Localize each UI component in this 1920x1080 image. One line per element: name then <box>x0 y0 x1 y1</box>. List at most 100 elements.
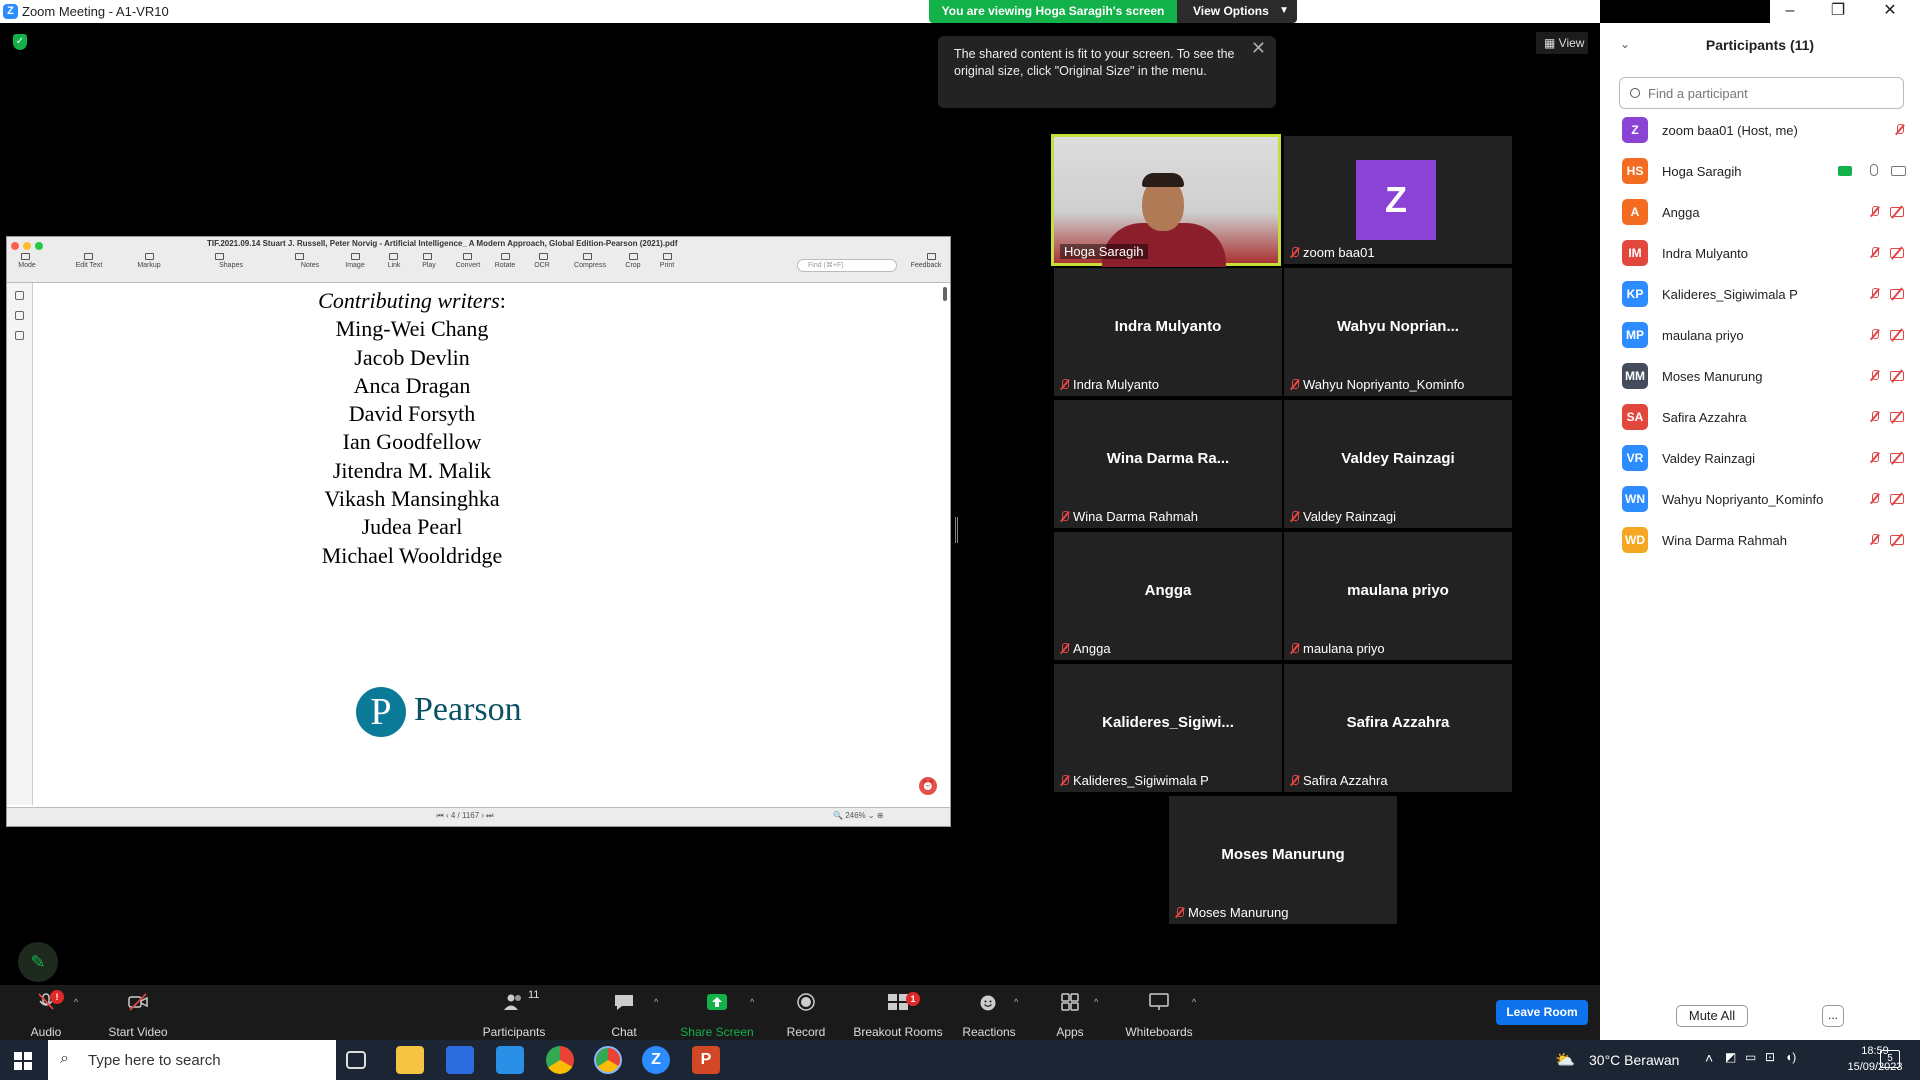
video-off-icon[interactable] <box>1890 248 1904 258</box>
participant-row[interactable]: KP Kalideres_Sigiwimala P <box>1622 278 1912 308</box>
video-tile-zoom-baa01[interactable]: Z zoom baa01 <box>1284 136 1512 264</box>
thumbnail-icon[interactable] <box>15 291 24 300</box>
assistant-icon[interactable]: ⏰ <box>919 777 937 795</box>
file-explorer-icon[interactable] <box>396 1046 424 1074</box>
muted-mic-icon[interactable] <box>1870 534 1879 545</box>
video-off-icon[interactable] <box>1890 371 1904 381</box>
video-tile-hoga[interactable]: Hoga Saragih <box>1051 134 1281 267</box>
zoom-taskbar-icon[interactable]: Z <box>642 1046 670 1074</box>
muted-mic-icon[interactable] <box>1870 452 1879 463</box>
tray-app-icon[interactable]: ◩ <box>1725 1050 1736 1064</box>
video-off-icon[interactable] <box>1890 330 1904 340</box>
video-off-icon[interactable] <box>1890 289 1904 299</box>
toolbar-print[interactable]: Print <box>647 262 687 269</box>
video-tile-indra[interactable]: Indra Mulyanto Indra Mulyanto <box>1054 268 1282 396</box>
weather-icon[interactable]: ⛅ <box>1555 1050 1575 1070</box>
video-off-icon[interactable] <box>1890 453 1904 463</box>
mail-icon[interactable] <box>496 1046 524 1074</box>
participant-row[interactable]: MM Moses Manurung <box>1622 360 1912 390</box>
start-video-button[interactable]: Start Video <box>104 985 172 1040</box>
toolbar-mode[interactable]: Mode <box>7 262 47 269</box>
comment-icon[interactable] <box>15 331 24 340</box>
toolbar-image[interactable]: Image <box>335 262 375 269</box>
audio-caret-icon[interactable]: ^ <box>74 997 78 1007</box>
video-off-icon[interactable] <box>1890 412 1904 422</box>
video-icon[interactable] <box>1891 166 1906 176</box>
apps-caret-icon[interactable]: ^ <box>1094 997 1098 1007</box>
participants-button[interactable]: 11 Participants <box>478 985 550 1040</box>
toolbar-play[interactable]: Play <box>409 262 449 269</box>
pdf-find-input[interactable]: Find (⌘+F) <box>797 259 897 272</box>
video-off-icon[interactable] <box>1890 494 1904 504</box>
powerpoint-icon[interactable]: P <box>692 1046 720 1074</box>
notification-icon[interactable]: 5 <box>1880 1050 1900 1068</box>
whiteboards-button[interactable]: Whiteboards <box>1122 985 1196 1040</box>
page-navigator[interactable]: ⏮ ‹ 4 / 1167 › ⏭ <box>425 811 505 821</box>
view-options-button[interactable]: View Options ▼ <box>1177 0 1297 23</box>
toolbar-compress[interactable]: Compress <box>570 262 610 269</box>
volume-icon[interactable]: ◖) <box>1785 1050 1796 1064</box>
breakout-rooms-button[interactable]: 1 Breakout Rooms <box>852 985 944 1040</box>
security-shield-icon[interactable]: ✓ <box>13 34 27 50</box>
participant-row[interactable]: SA Safira Azzahra <box>1622 401 1912 431</box>
video-tile-wina[interactable]: Wina Darma Ra... Wina Darma Rahmah <box>1054 400 1282 528</box>
chrome-profile-icon[interactable] <box>594 1046 622 1074</box>
toolbar-convert[interactable]: Convert <box>448 262 488 269</box>
reactions-button[interactable]: Reactions <box>962 985 1016 1040</box>
close-icon[interactable]: ✕ <box>1870 0 1910 21</box>
toolbar-markup[interactable]: Markup <box>129 262 169 269</box>
video-tile-valdey[interactable]: Valdey Rainzagi Valdey Rainzagi <box>1284 400 1512 528</box>
task-view-icon[interactable] <box>346 1051 366 1069</box>
participant-row[interactable]: WD Wina Darma Rahmah <box>1622 524 1912 554</box>
muted-mic-icon[interactable] <box>1870 329 1879 340</box>
toolbar-edit-text[interactable]: Edit Text <box>69 262 109 269</box>
chrome-icon[interactable] <box>546 1046 574 1074</box>
participant-row[interactable]: WN Wahyu Nopriyanto_Kominfo <box>1622 483 1912 513</box>
toolbar-shapes[interactable]: Shapes <box>211 262 251 269</box>
participant-row[interactable]: Zzoom baa01 (Host, me) <box>1622 114 1912 144</box>
video-off-icon[interactable] <box>1890 207 1904 217</box>
muted-mic-icon[interactable] <box>1870 370 1879 381</box>
toolbar-feedback[interactable]: Feedback <box>906 262 946 269</box>
participant-row[interactable]: A Angga <box>1622 196 1912 226</box>
restore-icon[interactable]: ❐ <box>1818 0 1858 21</box>
audio-button[interactable]: ! Audio <box>20 985 72 1040</box>
split-divider[interactable] <box>955 517 958 543</box>
current-page[interactable]: 4 <box>451 811 455 820</box>
muted-mic-icon[interactable] <box>1870 411 1879 422</box>
bookmark-icon[interactable] <box>15 311 24 320</box>
weather-text[interactable]: 30°C Berawan <box>1589 1052 1679 1068</box>
video-off-icon[interactable] <box>1890 535 1904 545</box>
close-icon[interactable]: ✕ <box>1251 39 1266 57</box>
muted-mic-icon[interactable] <box>1870 206 1879 217</box>
video-tile-maulana[interactable]: maulana priyo maulana priyo <box>1284 532 1512 660</box>
microsoft-store-icon[interactable] <box>446 1046 474 1074</box>
participant-row[interactable]: VR Valdey Rainzagi <box>1622 442 1912 472</box>
pdf-scrollbar[interactable] <box>943 287 947 301</box>
participant-row[interactable]: HS Hoga Saragih <box>1622 155 1912 185</box>
chat-button[interactable]: Chat <box>604 985 644 1040</box>
view-button[interactable]: ▦ View <box>1536 32 1588 54</box>
reactions-caret-icon[interactable]: ^ <box>1014 997 1018 1007</box>
muted-mic-icon[interactable] <box>1870 247 1879 258</box>
toolbar-link[interactable]: Link <box>374 262 414 269</box>
toolbar-notes[interactable]: Notes <box>290 262 330 269</box>
mute-all-button[interactable]: Mute All <box>1676 1005 1748 1027</box>
toolbar-rotate[interactable]: Rotate <box>485 262 525 269</box>
muted-mic-icon[interactable] <box>1870 493 1879 504</box>
annotate-pen-icon[interactable]: ✎ <box>18 942 58 982</box>
participant-row[interactable]: IM Indra Mulyanto <box>1622 237 1912 267</box>
share-screen-button[interactable]: Share Screen <box>678 985 756 1040</box>
record-button[interactable]: Record <box>780 985 832 1040</box>
windows-start-icon[interactable] <box>14 1052 32 1070</box>
participant-row[interactable]: MP maulana priyo <box>1622 319 1912 349</box>
network-icon[interactable]: ⊡ <box>1765 1050 1775 1064</box>
show-hidden-icons-icon[interactable]: ˄ <box>1705 1050 1713 1066</box>
whiteboards-caret-icon[interactable]: ^ <box>1192 997 1196 1007</box>
video-tile-kalideres[interactable]: Kalideres_Sigiwi... Kalideres_Sigiwimala… <box>1054 664 1282 792</box>
video-tile-wahyu[interactable]: Wahyu Noprian... Wahyu Nopriyanto_Kominf… <box>1284 268 1512 396</box>
minimize-icon[interactable]: – <box>1770 0 1810 21</box>
tray-device-icon[interactable]: ▭ <box>1745 1050 1756 1064</box>
video-tile-moses[interactable]: Moses Manurung Moses Manurung <box>1169 796 1397 924</box>
apps-button[interactable]: Apps <box>1050 985 1090 1040</box>
